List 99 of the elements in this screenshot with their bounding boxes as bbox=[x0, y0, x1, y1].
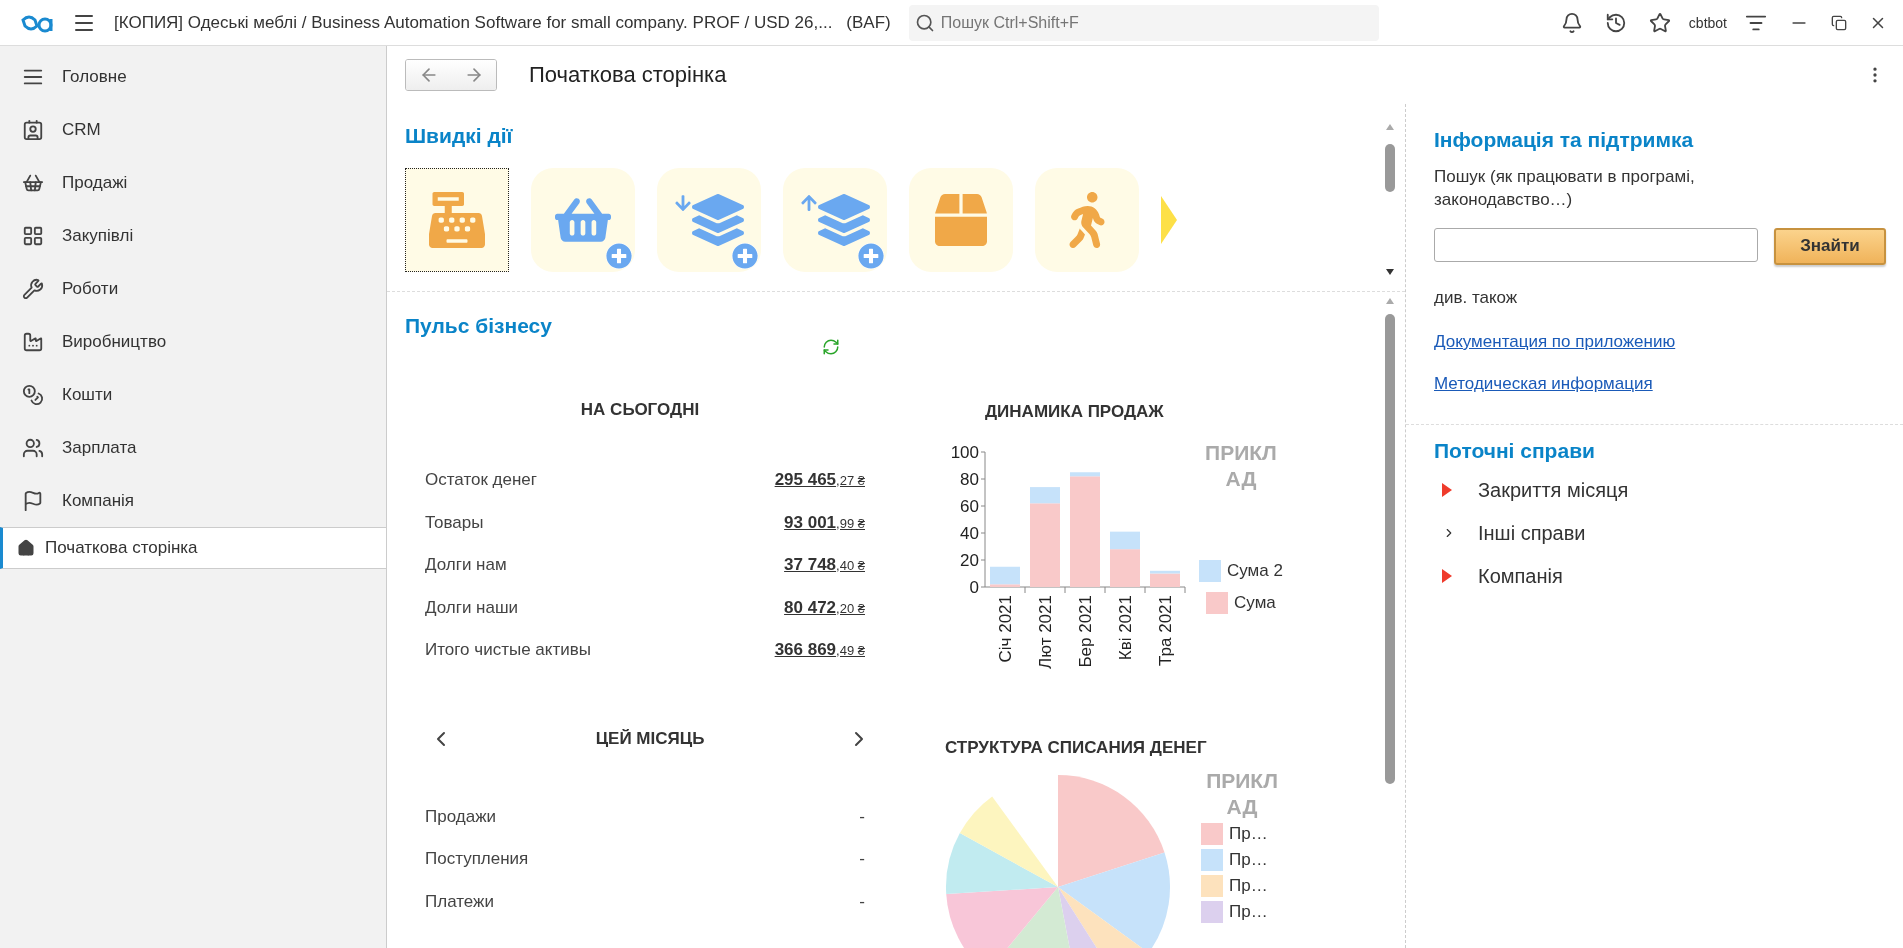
legend-label: Пр… bbox=[1229, 901, 1268, 922]
open-page-tab[interactable]: Початкова сторінка bbox=[0, 527, 386, 569]
section-icon bbox=[22, 383, 44, 406]
legend-label: Сума 2 bbox=[1227, 560, 1283, 581]
y-tick-label: 100 bbox=[950, 443, 979, 462]
sample-watermark: ПРИКЛАД bbox=[1204, 440, 1278, 493]
legend-label: Пр… bbox=[1229, 875, 1268, 896]
metric-label: Поступления bbox=[425, 849, 529, 869]
block-title: НА СЬОГОДНІ bbox=[579, 400, 701, 420]
sidebar-item[interactable]: Кошти bbox=[0, 368, 386, 421]
quick-action-button[interactable] bbox=[531, 168, 635, 272]
task-group[interactable]: Інші справи bbox=[1434, 511, 1889, 555]
metric-value[interactable]: 366 869,49 ₴ bbox=[774, 640, 865, 660]
section-icon bbox=[22, 330, 44, 353]
metric-value[interactable]: 80 472,20 ₴ bbox=[784, 597, 865, 618]
section-icon bbox=[22, 489, 44, 512]
section-title: Швидкі дії bbox=[405, 124, 514, 148]
triangle-icon bbox=[1442, 483, 1452, 498]
section-icon bbox=[22, 118, 44, 141]
task-group[interactable]: Компанія bbox=[1434, 554, 1889, 598]
scroll-up-icon[interactable] bbox=[1386, 124, 1394, 130]
triangle-icon bbox=[1442, 569, 1452, 584]
box-icon bbox=[935, 194, 987, 246]
y-tick-label: 60 bbox=[960, 497, 979, 516]
metric-value: - bbox=[859, 891, 865, 912]
block-title: ЦЕЙ МІСЯЦЬ bbox=[595, 728, 705, 749]
quick-action-button[interactable] bbox=[783, 168, 887, 272]
window-title-suffix: (BAF) bbox=[846, 12, 891, 33]
y-tick-label: 80 bbox=[960, 470, 979, 489]
plus-icon bbox=[732, 243, 758, 269]
metric-label: Долги нам bbox=[425, 555, 507, 575]
y-tick-label: 0 bbox=[969, 578, 979, 597]
search-input[interactable]: Пошук Ctrl+Shift+F bbox=[938, 12, 1373, 33]
metric-value[interactable]: 295 465,27 ₴ bbox=[774, 470, 865, 490]
scrollbar[interactable] bbox=[1385, 314, 1395, 784]
section-title: Інформація та підтримка bbox=[1434, 128, 1695, 152]
sidebar-item[interactable]: Зарплата bbox=[0, 421, 386, 474]
sidebar-item[interactable]: Компанія bbox=[0, 474, 386, 527]
sidebar-item[interactable]: Головне bbox=[0, 50, 386, 103]
x-tick-label: Тра 2021 bbox=[1156, 595, 1175, 666]
section-icon bbox=[22, 436, 44, 459]
metric-value[interactable]: 93 001,99 ₴ bbox=[784, 512, 865, 533]
refresh-icon[interactable] bbox=[822, 338, 840, 356]
section-title: Поточні справи bbox=[1434, 438, 1596, 463]
section-icon bbox=[22, 224, 44, 247]
metric-value[interactable]: 37 748,40 ₴ bbox=[784, 555, 865, 575]
x-tick-label: Бер 2021 bbox=[1076, 595, 1095, 668]
search-label: Пошук (як працювати в програмі, законодавство…) bbox=[1434, 166, 1696, 211]
quick-action-button[interactable] bbox=[405, 168, 509, 272]
x-tick-label: Січ 2021 bbox=[996, 595, 1015, 663]
chart-title: СТРУКТУРА СПИСАНИЯ ДЕНЕГ bbox=[945, 738, 1207, 758]
cash-register-icon bbox=[429, 192, 485, 248]
find-button[interactable]: Знайти bbox=[1774, 227, 1886, 265]
x-tick-label: Лют 2021 bbox=[1036, 595, 1055, 669]
metric-label: Итого чистые активы bbox=[425, 640, 591, 660]
bar-chart: 0 20 40 60 80 100 Січ 2021 Лют 2021 Бер 2021 Кві 2021 Тра 2021 bbox=[945, 440, 1195, 680]
quick-action-button[interactable] bbox=[657, 168, 761, 272]
plus-icon bbox=[606, 243, 632, 269]
sidebar-item[interactable]: Продажі bbox=[0, 156, 386, 209]
quick-action-button[interactable] bbox=[909, 168, 1013, 272]
help-link[interactable]: Документация по приложению bbox=[1434, 331, 1889, 352]
y-tick-label: 20 bbox=[960, 551, 979, 570]
plus-icon bbox=[858, 243, 884, 269]
see-also-label: див. також bbox=[1434, 286, 1519, 309]
legend-label: Пр… bbox=[1229, 823, 1268, 844]
help-link[interactable]: Методическая информация bbox=[1434, 373, 1889, 394]
sidebar-item[interactable]: CRM bbox=[0, 103, 386, 156]
scroll-down-icon[interactable] bbox=[1386, 269, 1394, 275]
section-title: Пульс бізнесу bbox=[405, 314, 553, 338]
chart-title: ДИНАМИКА ПРОДАЖ bbox=[985, 402, 1164, 422]
scroll-up-icon[interactable] bbox=[1386, 298, 1394, 304]
x-tick-label: Кві 2021 bbox=[1116, 595, 1135, 661]
user-name[interactable]: cbtbot bbox=[1688, 14, 1727, 31]
section-icon bbox=[22, 277, 44, 300]
home-icon bbox=[17, 539, 35, 557]
help-search-field[interactable] bbox=[1434, 227, 1758, 262]
metric-value: - bbox=[859, 806, 865, 827]
legend-label: Сума bbox=[1234, 592, 1276, 613]
page-title: Початкова сторінка bbox=[529, 62, 728, 88]
sample-watermark: ПРИКЛАД bbox=[1205, 768, 1279, 821]
window-title: [КОПИЯ] Одеські меблі / Business Automation Software for small company. PROF / USD 26,... bbox=[114, 12, 833, 33]
y-tick-label: 40 bbox=[960, 524, 979, 543]
scrollbar[interactable] bbox=[1385, 144, 1395, 192]
metric-label: Платежи bbox=[425, 891, 494, 912]
sidebar-item[interactable]: Закупівлі bbox=[0, 209, 386, 262]
task-group[interactable]: Закриття місяця bbox=[1434, 468, 1889, 512]
metric-label: Остаток денег bbox=[425, 470, 538, 490]
sidebar-item[interactable]: Виробництво bbox=[0, 315, 386, 368]
sidebar-item[interactable]: Роботи bbox=[0, 262, 386, 315]
back-button[interactable] bbox=[406, 60, 451, 90]
metric-value: - bbox=[859, 849, 865, 869]
quick-action-button[interactable] bbox=[1035, 168, 1139, 272]
metric-label: Продажи bbox=[425, 806, 496, 827]
search-field[interactable]: Пошук Ctrl+Shift+F bbox=[908, 4, 1379, 41]
legend-label: Пр… bbox=[1229, 849, 1268, 870]
metric-label: Долги наши bbox=[425, 597, 519, 618]
forward-button[interactable] bbox=[451, 60, 496, 90]
metric-label: Товары bbox=[425, 512, 484, 533]
search-icon bbox=[914, 12, 935, 33]
